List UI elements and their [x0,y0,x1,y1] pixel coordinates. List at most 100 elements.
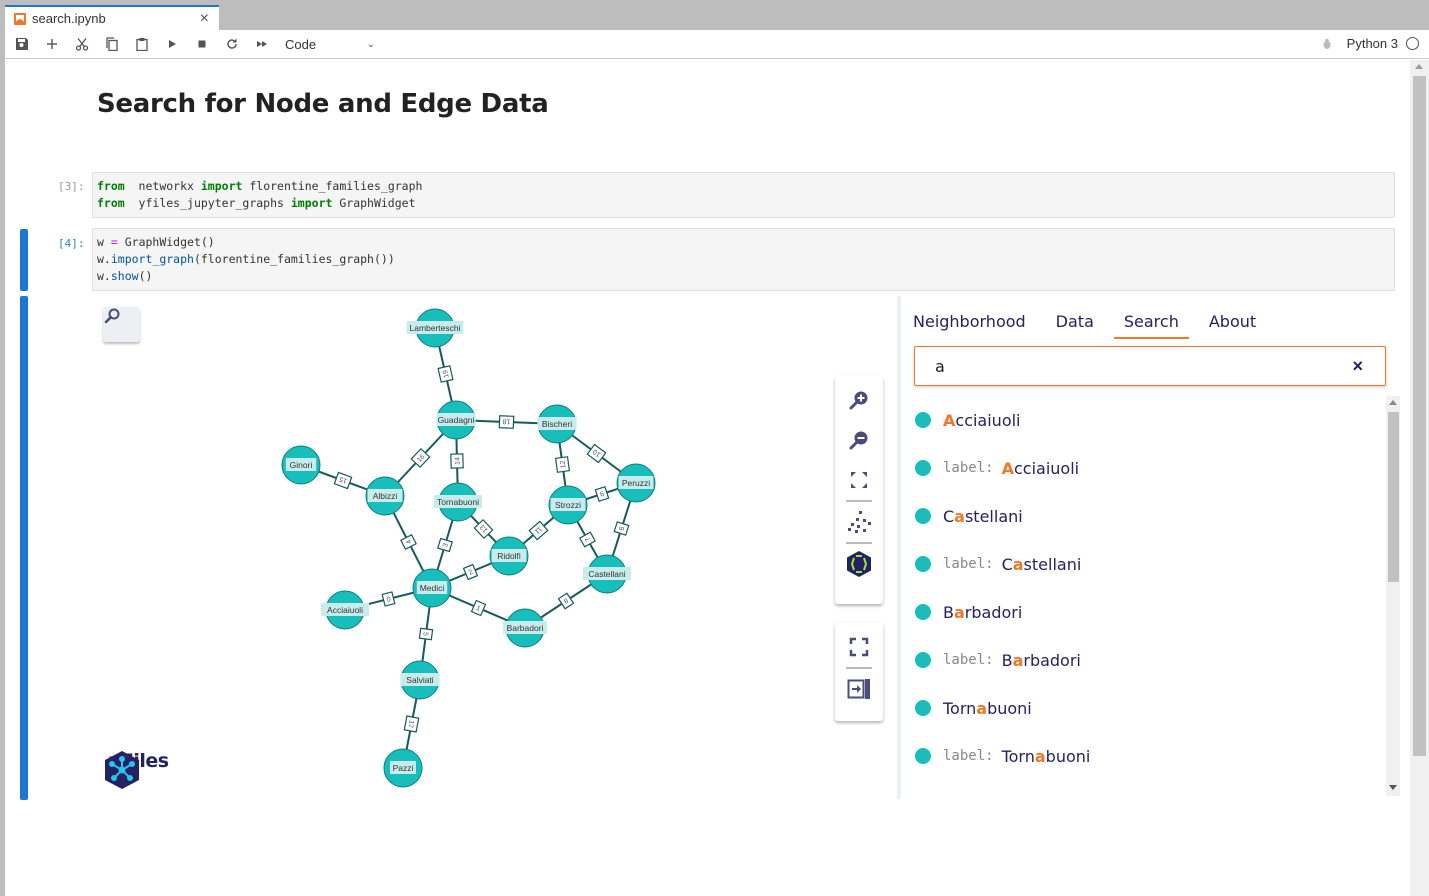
edge-label[interactable]: 0 [381,591,396,607]
edge-label[interactable]: 1 [470,599,487,617]
notebook-tab[interactable]: search.ipynb × [5,5,219,30]
search-result-item[interactable]: label: Tornabuoni [915,744,1090,768]
graph-node[interactable]: Strozzi [548,485,588,525]
edge-label[interactable]: 6 [613,521,630,536]
cell-collapser[interactable] [20,229,28,291]
notebook-scrollbar[interactable] [1410,60,1429,896]
search-results[interactable]: Acciaiuoli label: Acciaiuoli Castellani labe… [901,396,1385,796]
edge-label[interactable]: 10 [586,443,607,464]
results-scrollbar[interactable] [1386,396,1400,796]
kernel-name[interactable]: Python 3 [1347,36,1398,51]
scroll-up-icon[interactable] [1389,400,1397,405]
clear-search-icon[interactable]: × [1352,356,1363,377]
code-cell[interactable]: from networkx import florentine_families… [92,172,1395,218]
save-button[interactable] [7,30,37,58]
yfiles-layout-button[interactable] [835,544,883,584]
layout-button[interactable] [835,502,883,542]
tab-data[interactable]: Data [1056,310,1094,339]
search-button[interactable] [103,307,140,342]
close-tab-icon[interactable]: × [200,10,209,28]
code-token: yfiles_jupyter_graphs [124,196,291,210]
paste-button[interactable] [127,30,157,58]
code-token: (florentine_families_graph()) [193,252,395,266]
search-input[interactable] [935,356,1335,376]
search-result-item[interactable] [915,792,943,796]
graph-node[interactable]: Pazzi [383,748,423,788]
tab-search[interactable]: Search [1113,310,1189,339]
restart-button[interactable] [217,30,247,58]
cell-type-select[interactable]: Code ⌄ [285,37,375,52]
graph-svg[interactable]: 012345678910111213141516171819Lambertesc… [92,296,892,799]
scrollbar-thumb[interactable] [1413,76,1426,756]
zoom-out-button[interactable] [835,420,883,460]
yfiles-layout-icon [847,551,871,577]
graph-node[interactable]: Lamberteschi [406,308,464,348]
search-result-item[interactable]: label: Castellani [915,552,1081,576]
fit-content-button[interactable] [835,460,883,500]
stop-button[interactable] [187,30,217,58]
search-result-item[interactable]: Acciaiuoli [915,408,1021,432]
run-button[interactable] [157,30,187,58]
cut-button[interactable] [67,30,97,58]
search-result-item[interactable]: Tornabuoni [915,696,1032,720]
edge-label[interactable]: 5 [418,627,434,641]
restart-icon [227,38,237,49]
output-collapser[interactable] [20,296,28,800]
notebook-icon [14,12,26,25]
result-property-key: label: [943,556,994,572]
node-dot-icon [915,412,931,428]
edge-label[interactable]: 8 [557,592,575,610]
graph-node[interactable]: Ginori [281,445,321,485]
edge-label[interactable]: 2 [462,563,479,581]
graph-node[interactable]: Tornabuoni [434,482,482,522]
tab-neighborhood[interactable]: Neighborhood [913,310,1026,339]
edge-label[interactable]: 7 [578,531,597,548]
graph-node[interactable]: Medici [412,568,452,608]
search-result-item[interactable]: Barbadori [915,600,1022,624]
node-label: Medici [420,583,445,593]
layout-icon [848,511,871,533]
code-token: () [138,269,153,283]
edge-label[interactable]: 3 [437,537,453,553]
code-cell[interactable]: w = GraphWidget() w.import_graph(florenti… [92,228,1395,291]
add-cell-button[interactable] [37,30,67,58]
copy-button[interactable] [97,30,127,58]
graph-node[interactable]: Salviati [400,660,440,700]
graph-node[interactable]: Acciaiuoli [321,590,369,630]
search-result-item[interactable]: Castellani [915,504,1023,528]
fit-content-icon [851,472,867,488]
edge-label[interactable]: 14 [450,453,464,469]
edge-label[interactable]: 18 [498,415,515,429]
node-label: Castellani [588,569,625,579]
scrollbar-thumb[interactable] [1388,412,1399,582]
bug-icon[interactable] [1321,38,1333,50]
edge-label[interactable]: 19 [437,365,454,383]
graph-node[interactable]: Peruzzi [616,463,656,503]
scroll-up-icon[interactable] [1415,64,1423,69]
toggle-sidebar-button[interactable] [835,669,883,709]
edge-label[interactable]: 4 [400,534,417,550]
graph-node[interactable]: Guadagni [436,400,476,440]
zoom-in-button[interactable] [835,380,883,420]
graph-node[interactable]: Ridolfi [489,536,529,576]
graph-canvas[interactable]: 0 1 2 3 4 5 6 7 8 9 10 11 12 13 14 15 16 17 18 19 Lambertesc… [92,296,892,799]
edge-label[interactable]: 15 [333,471,353,490]
code-token: GraphWidget() [117,235,215,249]
search-icon [104,308,120,324]
edge-label[interactable]: 12 [554,456,571,473]
run-icon [169,40,176,48]
graph-node[interactable]: Bischeri [537,404,577,444]
graph-widget: 0 1 2 3 4 5 6 7 8 9 10 11 12 13 14 15 16 17 18 19 Lambertesc… [92,296,1400,799]
kernel-status: Python 3 [1321,36,1419,51]
search-result-item[interactable]: label: Barbadori [915,648,1081,672]
tab-about[interactable]: About [1209,310,1256,339]
graph-node[interactable]: Albizzi [365,476,405,516]
edge-label[interactable]: 9 [594,485,610,503]
graph-node[interactable]: Castellani [583,554,631,594]
search-result-item[interactable]: label: Acciaiuoli [915,456,1079,480]
edge-label[interactable]: 17 [403,715,420,733]
graph-node[interactable]: Barbadori [503,608,547,648]
scroll-down-icon[interactable] [1389,785,1397,790]
fullscreen-button[interactable] [835,627,883,667]
run-all-button[interactable] [247,30,277,58]
